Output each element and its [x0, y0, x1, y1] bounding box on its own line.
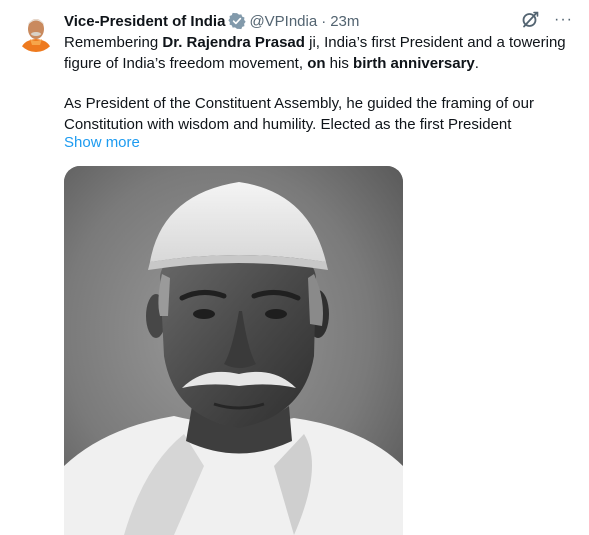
tweet-paragraph-1: Remembering Dr. Rajendra Prasad ji, Indi…: [64, 33, 574, 74]
author-handle[interactable]: @VPIndia: [249, 13, 317, 30]
grok-icon[interactable]: [520, 10, 540, 30]
text-run: .: [474, 54, 479, 72]
verified-badge-icon: [228, 12, 247, 30]
tweet-text: Remembering Dr. Rajendra Prasad ji, Indi…: [64, 33, 574, 135]
author-name[interactable]: Vice-President of India: [64, 13, 225, 30]
separator-dot: ·: [321, 12, 327, 30]
show-more-link[interactable]: Show more: [64, 133, 140, 153]
avatar[interactable]: [16, 12, 56, 52]
timestamp[interactable]: 23m: [330, 13, 359, 30]
tweet-paragraph-2: As President of the Constituent Assembly…: [64, 95, 534, 133]
text-run: his: [325, 54, 354, 72]
tweet-photo[interactable]: [64, 166, 403, 535]
more-options-icon[interactable]: ···: [554, 10, 573, 30]
header-actions: ···: [520, 10, 573, 30]
tweet-header: Vice-President of India @VPIndia · 23m ·…: [64, 10, 573, 32]
tweet: Vice-President of India @VPIndia · 23m ·…: [0, 0, 589, 535]
bold-phrase: birth anniversary: [353, 54, 475, 72]
bold-name: Dr. Rajendra Prasad: [162, 34, 305, 51]
text-run: Remembering: [64, 34, 163, 51]
bold-word: on: [307, 54, 326, 72]
